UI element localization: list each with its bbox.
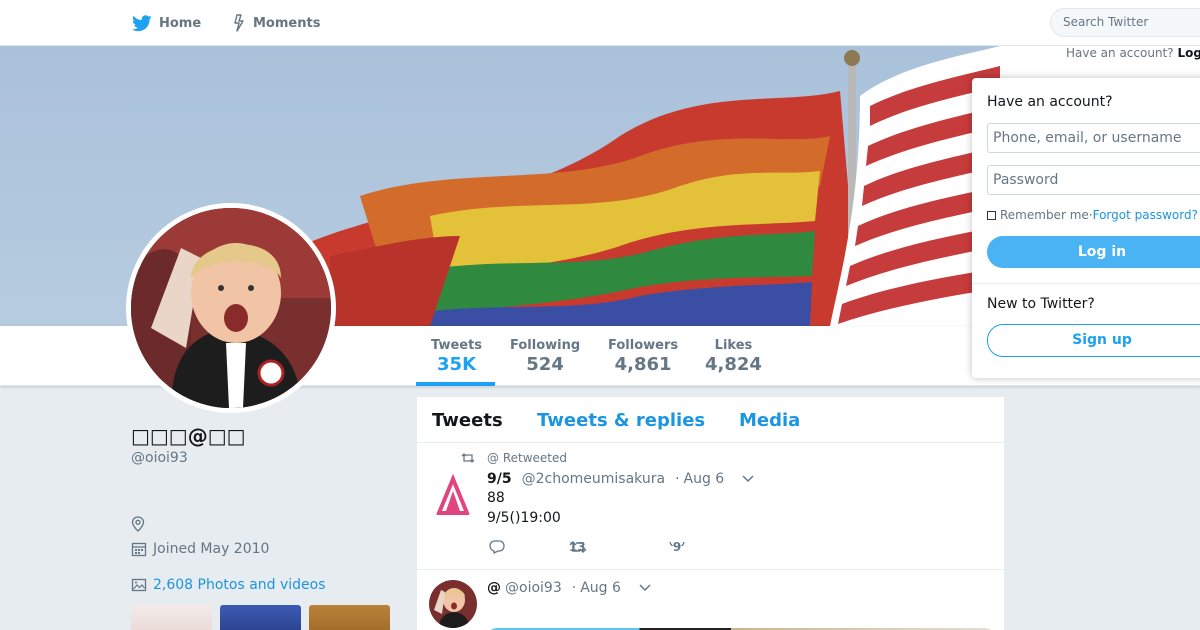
photos-videos-label: 2,608 Photos and videos [153,577,326,593]
stat-label: Likes [714,338,753,353]
remember-me-checkbox[interactable] [987,210,996,220]
photo-thumbnail[interactable] [309,605,390,630]
heart-icon [669,542,685,546]
location-pin-icon [131,516,149,532]
new-to-twitter-heading: New to Twitter? [987,296,1095,312]
timeline: Tweets Tweets & replies Media @ Retweete… [417,397,1004,630]
chevron-down-icon[interactable] [639,584,651,592]
tweet-author-avatar[interactable] [429,473,477,521]
avatar-image [131,208,331,408]
photos-videos-link[interactable]: 2,608 Photos and videos [131,577,326,593]
tab-tweets-replies[interactable]: Tweets & replies [537,410,705,431]
stat-likes[interactable]: Likes 4,824 [705,338,762,375]
tweet-item[interactable]: @ Retweeted 9/5 @2chomeumisakura · Aug 6… [417,443,1004,570]
retweet-count: 13 [569,540,586,554]
password-field[interactable]: Password [987,165,1200,195]
calendar-icon [131,541,149,557]
twitter-bird-icon [132,14,152,32]
have-account-header: Have an account? Log [1066,46,1200,60]
top-nav: Home Moments Search Twitter [0,0,1200,46]
tweet-header: @ @oioi93 · Aug 6 [487,580,651,596]
retweet-small-icon [461,452,475,464]
chevron-down-icon[interactable] [742,475,754,483]
tweet-date[interactable]: Aug 6 [684,471,725,487]
have-account-text: Have an account? [1066,46,1174,60]
tweet-actions: 13 9 [487,540,747,560]
stat-label: Followers [608,338,679,353]
tab-tweets[interactable]: Tweets [432,410,503,431]
remember-me-label[interactable]: Remember me [1000,208,1089,222]
separator-dot: · [571,580,577,596]
reply-icon [489,540,505,554]
stat-value: 35K [437,354,477,375]
nav-home-label: Home [159,15,202,31]
active-tab-indicator [416,382,495,386]
tab-media[interactable]: Media [739,410,800,431]
joined-text: Joined May 2010 [153,541,270,557]
profile-avatar[interactable] [126,203,336,413]
forgot-password-link[interactable]: Forgot password? [1093,208,1198,222]
tweet-date[interactable]: Aug 6 [580,580,621,596]
image-icon [131,577,149,593]
tweet-author-name[interactable]: @ [487,580,501,596]
search-input[interactable]: Search Twitter [1050,8,1200,37]
remember-row: Remember me · Forgot password? [987,208,1198,222]
profile-joined: Joined May 2010 [131,541,269,557]
profile-name: □□□@□□ [131,424,246,448]
login-heading: Have an account? [987,94,1113,110]
retweet-context-text: @ Retweeted [487,451,567,465]
stat-value: 524 [526,354,564,375]
tweet-author-name[interactable]: 9/5 [487,471,512,487]
tweet-text-line: 88 [487,490,505,506]
tweet-author-handle[interactable]: @oioi93 [505,580,562,596]
tweet-author-handle[interactable]: @2chomeumisakura [522,471,665,487]
tweet-item[interactable]: @ @oioi93 · Aug 6 [417,570,1004,630]
nav-home[interactable]: Home [132,0,201,46]
separator-dot: · [675,471,680,487]
nav-moments[interactable]: Moments [232,0,320,46]
signup-button[interactable]: Sign up [987,324,1200,357]
tweet-header: 9/5 @2chomeumisakura · Aug 6 [487,471,754,487]
stat-value: 4,824 [705,354,762,375]
retweet-context: @ Retweeted [461,451,567,465]
lightning-icon [232,14,246,32]
username-field[interactable]: Phone, email, or username [987,123,1200,153]
stat-label: Tweets [431,338,483,353]
login-button[interactable]: Log in [987,236,1200,268]
tweet-author-avatar[interactable] [429,580,477,628]
profile-handle[interactable]: @oioi93 [131,450,188,466]
profile-location [131,516,153,532]
stat-tweets[interactable]: Tweets 35K [431,338,482,375]
nav-moments-label: Moments [253,15,321,31]
stat-label: Following [510,338,581,353]
login-link[interactable]: Log [1177,46,1200,60]
divider [972,283,1200,284]
photo-thumbnail[interactable] [220,605,301,630]
stat-following[interactable]: Following 524 [510,338,580,375]
photo-thumbnail[interactable] [131,605,212,630]
login-dropdown: Have an account? Phone, email, or userna… [972,78,1200,378]
tweet-text-line: 9/5()19:00 [487,510,561,526]
stat-value: 4,861 [614,354,672,375]
stat-followers[interactable]: Followers 4,861 [608,338,678,375]
timeline-tabs: Tweets Tweets & replies Media [417,397,1004,443]
